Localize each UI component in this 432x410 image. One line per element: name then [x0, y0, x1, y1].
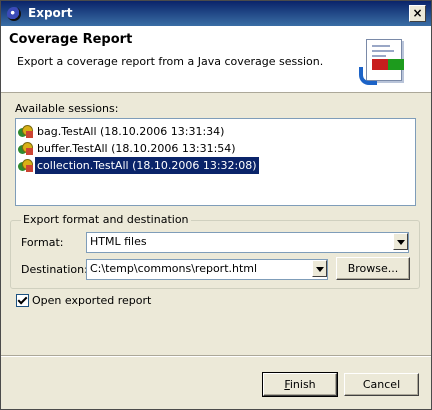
chevron-down-icon[interactable]: [312, 260, 327, 277]
page-description: Export a coverage report from a Java cov…: [17, 55, 324, 68]
finish-button[interactable]: Finish: [262, 372, 338, 397]
session-icon: [18, 142, 33, 155]
destination-value: C:\temp\commons\report.html: [90, 262, 258, 275]
cancel-button[interactable]: Cancel: [344, 373, 419, 396]
close-button[interactable]: ×: [409, 5, 426, 22]
wizard-banner: Coverage Report Export a coverage report…: [1, 26, 431, 93]
open-report-checkbox[interactable]: [16, 294, 29, 307]
destination-label: Destination:: [21, 263, 88, 276]
finish-label: inish: [289, 378, 316, 391]
coverage-report-icon: [359, 37, 409, 85]
format-select[interactable]: HTML files: [86, 232, 409, 253]
eclipse-icon: [7, 7, 21, 21]
chevron-down-icon[interactable]: [393, 233, 408, 250]
divider: [1, 355, 431, 357]
browse-button[interactable]: Browse...: [336, 257, 410, 280]
format-label: Format:: [21, 236, 64, 249]
session-icon: [18, 125, 33, 138]
session-icon: [18, 159, 33, 172]
session-label: buffer.TestAll (18.10.2006 13:31:54): [37, 142, 236, 155]
session-label: collection.TestAll (18.10.2006 13:32:08): [34, 156, 260, 175]
sessions-list[interactable]: bag.TestAll (18.10.2006 13:31:34) buffer…: [15, 118, 416, 206]
window-title: Export: [28, 6, 73, 20]
export-group-label: Export format and destination: [21, 213, 191, 226]
session-label: bag.TestAll (18.10.2006 13:31:34): [37, 125, 225, 138]
export-dialog: Export × Coverage Report Export a covera…: [0, 0, 432, 410]
destination-combo[interactable]: C:\temp\commons\report.html: [86, 259, 328, 280]
page-title: Coverage Report: [9, 32, 133, 47]
sessions-label: Available sessions:: [15, 102, 119, 115]
format-value: HTML files: [90, 235, 147, 248]
title-bar[interactable]: Export ×: [1, 1, 431, 26]
open-report-label: Open exported report: [32, 294, 152, 307]
